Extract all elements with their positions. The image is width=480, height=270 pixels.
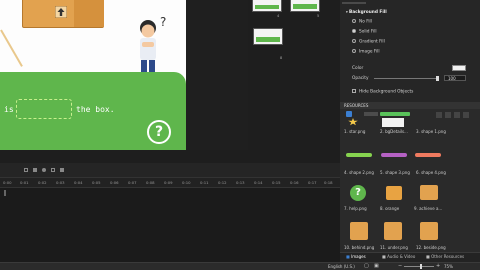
slides-panel: 4 bbox=[186, 0, 282, 150]
timeline-toolbar bbox=[0, 163, 340, 178]
image-filter-icon[interactable] bbox=[346, 111, 352, 117]
asset-label: 5. shape 3.png bbox=[380, 170, 410, 175]
beside-asset-thumb[interactable] bbox=[420, 222, 438, 240]
box-image[interactable] bbox=[22, 0, 104, 28]
timeline-tick: 0:12 bbox=[218, 180, 227, 185]
timeline-tick: 0:08 bbox=[146, 180, 155, 185]
asset-label: 7. help.png bbox=[344, 206, 367, 211]
timeline-tick: 0:11 bbox=[200, 180, 209, 185]
color-picker[interactable] bbox=[452, 65, 466, 71]
asset-label: 6. shape 4.png bbox=[416, 170, 446, 175]
slide-number: 5 bbox=[317, 14, 320, 18]
hide-background-checkbox[interactable]: Hide Background Objects bbox=[352, 89, 413, 95]
timeline-tick: 0:14 bbox=[254, 180, 263, 185]
timeline-tick: 0:13 bbox=[236, 180, 245, 185]
asset-label: 11. under.png bbox=[380, 245, 408, 250]
timeline-tool-icon[interactable] bbox=[24, 168, 28, 172]
tab-other-resources[interactable]: ■ Other Resources bbox=[426, 254, 464, 259]
shape-preview bbox=[380, 112, 410, 116]
behind-asset-thumb[interactable] bbox=[350, 222, 368, 240]
tab-images[interactable]: ■ Images bbox=[346, 254, 366, 259]
achieve-asset-thumb[interactable] bbox=[420, 185, 438, 200]
timeline-tick: 0:06 bbox=[110, 180, 119, 185]
timeline-tick: 0:02 bbox=[38, 180, 47, 185]
timeline-tool-icon[interactable] bbox=[51, 168, 55, 172]
color-label: Color bbox=[352, 66, 364, 71]
timeline-tick: 0:10 bbox=[182, 180, 191, 185]
grid-view-icon[interactable] bbox=[436, 112, 442, 118]
timeline-tick: 0:04 bbox=[74, 180, 83, 185]
opacity-slider[interactable] bbox=[374, 78, 438, 79]
timeline-tick: 0:16 bbox=[290, 180, 299, 185]
opacity-slider-handle[interactable] bbox=[436, 76, 439, 81]
zoom-slider-handle[interactable] bbox=[420, 264, 422, 269]
under-asset-thumb[interactable] bbox=[384, 222, 402, 240]
timeline-tick: 0:17 bbox=[308, 180, 317, 185]
help-asset-thumb[interactable]: ? bbox=[350, 185, 366, 201]
timeline-ruler[interactable]: 0:00 0:01 0:02 0:03 0:04 0:05 0:06 0:07 … bbox=[0, 178, 340, 187]
asset-label: 10. behind.png bbox=[344, 245, 375, 250]
timeline-tick: 0:09 bbox=[164, 180, 173, 185]
zoom-out-icon[interactable]: − bbox=[398, 263, 402, 269]
asset-label: 3. shape 1.png bbox=[416, 129, 446, 134]
timeline-tick: 0:03 bbox=[56, 180, 65, 185]
star-asset-thumb[interactable] bbox=[348, 118, 358, 126]
asset-label: 8. orange bbox=[380, 206, 400, 211]
import-icon[interactable] bbox=[454, 112, 460, 118]
resources-panel: RESOURCES 1. star.png 2. bgDetails... 3.… bbox=[340, 102, 480, 262]
slide-number: 4 bbox=[277, 14, 280, 18]
timeline-tool-icon[interactable] bbox=[33, 168, 37, 172]
zoom-slider[interactable] bbox=[404, 266, 434, 267]
asset-label: 2. bgDetails... bbox=[380, 129, 408, 134]
gradient-fill-option[interactable]: Gradient Fill bbox=[352, 39, 385, 45]
sentence-start-text: is bbox=[4, 105, 14, 114]
timeline-tick: 0:07 bbox=[128, 180, 137, 185]
background-fill-header[interactable]: ▾ Background Fill bbox=[346, 10, 387, 15]
asset-label: 1. star.png bbox=[344, 129, 366, 134]
timeline-tick: 0:15 bbox=[272, 180, 281, 185]
delete-icon[interactable] bbox=[463, 112, 469, 118]
properties-panel: ▾ Background Fill No Fill Solid Fill Gra… bbox=[340, 0, 480, 102]
answer-drop-zone[interactable] bbox=[16, 99, 72, 119]
shape-4-asset-thumb[interactable] bbox=[415, 153, 441, 157]
asset-label: 12. beside.png bbox=[416, 245, 446, 250]
help-button[interactable]: ? bbox=[147, 120, 171, 144]
timeline-tick: 0:18 bbox=[324, 180, 333, 185]
opacity-label: Opacity bbox=[352, 76, 369, 81]
asset-label: 9. achieve a... bbox=[414, 206, 443, 211]
tab-audio-video[interactable]: ■ Audio & Video bbox=[382, 254, 415, 259]
orange-asset-thumb[interactable] bbox=[386, 186, 402, 200]
status-bar: English (U.S.) ▢ ▣ − + 75% bbox=[0, 262, 480, 270]
toolbar-button[interactable] bbox=[364, 112, 378, 116]
fit-icon[interactable]: ▢ bbox=[364, 263, 369, 269]
timeline-track-handle[interactable] bbox=[4, 190, 6, 196]
up-arrow-icon bbox=[55, 6, 67, 18]
shape-2-asset-thumb[interactable] bbox=[346, 153, 372, 157]
solid-fill-option[interactable]: Solid Fill bbox=[352, 29, 377, 35]
slide-thumbnail[interactable] bbox=[253, 28, 283, 45]
timeline-tick: 0:00 bbox=[3, 180, 12, 185]
sentence-end-text: the box. bbox=[76, 105, 115, 114]
slide-canvas[interactable]: ? is the box. ? bbox=[0, 0, 186, 150]
image-fill-option[interactable]: Image Fill bbox=[352, 49, 380, 55]
view-icon[interactable]: ▣ bbox=[374, 263, 379, 269]
zoom-in-icon[interactable]: + bbox=[436, 263, 440, 269]
svg-text:?: ? bbox=[160, 15, 166, 29]
shape-3-asset-thumb[interactable] bbox=[381, 153, 407, 157]
list-view-icon[interactable] bbox=[445, 112, 451, 118]
zoom-level: 75% bbox=[444, 264, 453, 269]
slide-number: 8 bbox=[280, 56, 283, 60]
bg-details-asset-thumb[interactable] bbox=[382, 118, 404, 127]
opacity-input[interactable]: 100 bbox=[444, 75, 466, 81]
timeline-tool-icon[interactable] bbox=[60, 168, 64, 172]
slide-thumbnail[interactable] bbox=[252, 0, 282, 12]
resources-title: RESOURCES bbox=[340, 102, 480, 109]
language-indicator[interactable]: English (U.S.) bbox=[328, 264, 355, 269]
asset-label: 4. shape 2.png bbox=[344, 170, 374, 175]
no-fill-option[interactable]: No Fill bbox=[352, 19, 372, 25]
timeline-tool-icon[interactable] bbox=[42, 168, 46, 172]
slide-thumbnail[interactable] bbox=[290, 0, 320, 12]
timeline-tick: 0:01 bbox=[20, 180, 29, 185]
timeline-tick: 0:05 bbox=[92, 180, 101, 185]
